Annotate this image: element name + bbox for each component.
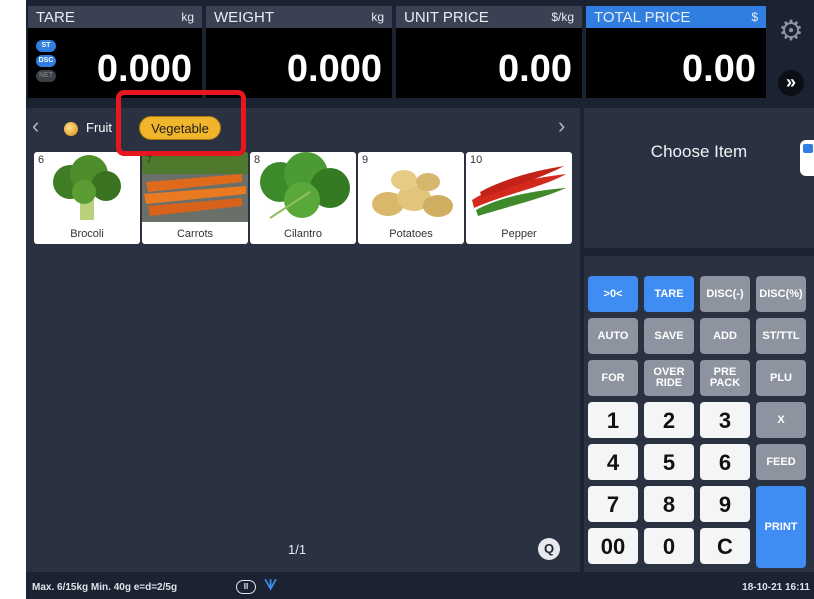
product-name: Cilantro — [284, 228, 322, 240]
choose-item-label: Choose Item — [650, 142, 748, 161]
disc-minus-key[interactable]: DISC(-) — [700, 276, 750, 312]
digit-0-key[interactable]: 0 — [644, 528, 694, 564]
override-key[interactable]: OVER RIDE — [644, 360, 694, 396]
wifi-icon: ᗐ — [264, 577, 278, 593]
total-price-label: TOTAL PRICE — [594, 9, 691, 26]
zero-key[interactable]: >0< — [588, 276, 638, 312]
product-number: 10 — [470, 154, 483, 166]
scale-screen: TARE kg ST DSC NET 0.000 WEIGHT kg 0.000… — [26, 0, 814, 599]
product-tile-carrots[interactable]: 7 Carrots — [142, 152, 248, 244]
product-tile-cilantro[interactable]: 8 Cilantro — [250, 152, 356, 244]
unit-price-value: 0.00 — [498, 48, 572, 90]
product-tile-potatoes[interactable]: 9 Potatoes — [358, 152, 464, 244]
save-key[interactable]: SAVE — [644, 318, 694, 354]
multiply-key[interactable]: X — [756, 402, 806, 438]
product-tile-brocoli[interactable]: 6 Brocoli — [34, 152, 140, 244]
for-key[interactable]: FOR — [588, 360, 638, 396]
print-key[interactable]: PRINT — [756, 486, 806, 568]
gear-icon[interactable]: ⚙ — [778, 17, 804, 45]
auto-key[interactable]: AUTO — [588, 318, 638, 354]
potato-icon — [372, 170, 453, 217]
unit-price-panel: UNIT PRICE $/kg 0.00 — [396, 6, 582, 98]
product-name: Carrots — [176, 228, 214, 240]
tare-unit: kg — [181, 10, 194, 24]
total-price-value: 0.00 — [682, 48, 756, 90]
tare-key[interactable]: TARE — [644, 276, 694, 312]
carrot-icon — [142, 152, 248, 222]
cilantro-icon — [260, 152, 350, 219]
double-zero-key[interactable]: 00 — [588, 528, 638, 564]
unit-price-header: UNIT PRICE $/kg — [396, 6, 582, 28]
product-grid: 6 Brocoli 7 Carrots 8 Cilantro 9 Potatoe… — [26, 144, 580, 572]
product-number: 8 — [254, 154, 261, 166]
unit-price-label: UNIT PRICE — [404, 9, 489, 26]
product-name: Pepper — [501, 228, 537, 240]
product-number: 6 — [38, 154, 45, 166]
total-price-panel: TOTAL PRICE $ 0.00 — [586, 6, 766, 98]
prepack-key[interactable]: PRE PACK — [700, 360, 750, 396]
disc-percent-key[interactable]: DISC(%) — [756, 276, 806, 312]
status-bar: Max. 6/15kg Min. 40g e=d=2/5g II ᗐ 18-10… — [26, 576, 814, 599]
chevron-left-icon[interactable]: ‹ — [32, 115, 39, 137]
side-tab-icon — [803, 144, 813, 153]
search-icon[interactable]: Q — [538, 538, 560, 560]
broccoli-icon — [53, 155, 121, 220]
weight-label: WEIGHT — [214, 9, 274, 26]
st-ttl-key[interactable]: ST/TTL — [756, 318, 806, 354]
weight-header: WEIGHT kg — [206, 6, 392, 28]
keypad: >0< TARE DISC(-) DISC(%) AUTO SAVE ADD S… — [584, 256, 814, 572]
datetime: 18-10-21 16:11 — [742, 582, 810, 593]
class-badge: II — [236, 580, 256, 594]
expand-button[interactable]: » — [778, 70, 804, 96]
digit-5-key[interactable]: 5 — [644, 444, 694, 480]
plu-key[interactable]: PLU — [756, 360, 806, 396]
fruit-icon — [64, 121, 78, 136]
tare-panel: TARE kg ST DSC NET 0.000 — [28, 6, 202, 98]
category-fruit-label: Fruit — [86, 120, 112, 135]
page-indicator: 1/1 — [288, 542, 307, 557]
highlight-box — [116, 90, 246, 156]
chevron-right-icon[interactable]: › — [558, 115, 565, 137]
product-number: 7 — [146, 154, 153, 166]
digit-9-key[interactable]: 9 — [700, 486, 750, 522]
clear-key[interactable]: C — [700, 528, 750, 564]
choose-item-panel: Choose Item — [584, 108, 814, 248]
add-key[interactable]: ADD — [700, 318, 750, 354]
dsc-badge: DSC — [36, 55, 56, 67]
product-name: Brocoli — [70, 228, 104, 240]
digit-7-key[interactable]: 7 — [588, 486, 638, 522]
feed-key[interactable]: FEED — [756, 444, 806, 480]
digit-6-key[interactable]: 6 — [700, 444, 750, 480]
category-bar: ‹ Fruit Vegetable › — [26, 108, 580, 144]
digit-1-key[interactable]: 1 — [588, 402, 638, 438]
total-price-unit: $ — [751, 10, 758, 24]
product-name: Potatoes — [389, 228, 433, 240]
product-tile-pepper[interactable]: 10 Pepper — [466, 152, 572, 244]
weight-panel: WEIGHT kg 0.000 — [206, 6, 392, 98]
digit-2-key[interactable]: 2 — [644, 402, 694, 438]
side-tab[interactable] — [800, 140, 814, 176]
tare-label: TARE — [36, 9, 75, 26]
scale-spec-text: Max. 6/15kg Min. 40g e=d=2/5g — [32, 582, 178, 593]
digit-4-key[interactable]: 4 — [588, 444, 638, 480]
total-price-header: TOTAL PRICE $ — [586, 6, 766, 28]
tare-value: 0.000 — [96, 48, 192, 90]
digit-3-key[interactable]: 3 — [700, 402, 750, 438]
product-number: 9 — [362, 154, 369, 166]
mode-badges: ST DSC NET — [36, 40, 58, 85]
st-badge: ST — [36, 40, 56, 52]
tare-header: TARE kg — [28, 6, 202, 28]
net-badge: NET — [36, 70, 56, 82]
weight-value: 0.000 — [286, 48, 382, 90]
unit-price-unit: $/kg — [551, 10, 574, 24]
digit-8-key[interactable]: 8 — [644, 486, 694, 522]
weight-unit: kg — [371, 10, 384, 24]
